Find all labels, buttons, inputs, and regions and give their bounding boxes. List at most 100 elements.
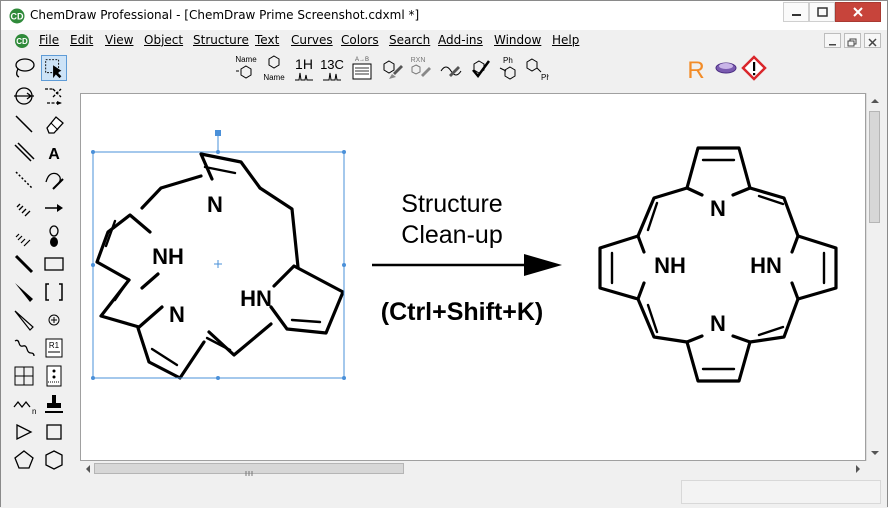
r-group-table-icon[interactable]: R1 <box>41 335 67 361</box>
stamp-tool-icon[interactable] <box>41 391 67 417</box>
double-bond-icon[interactable] <box>11 139 37 165</box>
wedge-bond-icon[interactable] <box>11 279 37 305</box>
menu-file[interactable]: File <box>39 33 59 47</box>
menu-curves[interactable]: Curves <box>291 33 333 47</box>
right-porphyrin[interactable] <box>598 146 838 383</box>
tlc-plate-icon[interactable] <box>41 363 67 389</box>
title-bar: CD ChemDraw Professional - [ChemDraw Pri… <box>1 1 887 30</box>
horizontal-scroll-thumb[interactable] <box>94 463 404 476</box>
h1-nmr-button[interactable]: 1H <box>291 53 317 83</box>
c13-nmr-label: 13C <box>320 57 344 72</box>
clean-reaction-button[interactable]: RXN <box>407 53 433 83</box>
scroll-up-icon[interactable] <box>867 94 883 108</box>
close-button[interactable] <box>835 2 881 22</box>
r-reaxys-button[interactable]: R <box>683 53 709 83</box>
scroll-right-icon[interactable] <box>851 461 865 477</box>
mdi-close-button[interactable] <box>864 33 881 48</box>
signals-icon[interactable] <box>713 53 739 83</box>
cyclopropane-icon[interactable] <box>11 419 37 445</box>
menu-bar: CD File Edit View Object Structure Text … <box>1 30 887 51</box>
menu-structure[interactable]: Structure <box>193 33 249 47</box>
cyclobutane-icon[interactable] <box>41 419 67 445</box>
hazard-icon[interactable] <box>741 53 767 83</box>
hashed-wedge-bond-icon[interactable] <box>11 223 37 249</box>
wavy-bond-icon[interactable] <box>11 335 37 361</box>
rotate-handle[interactable] <box>215 130 221 136</box>
properties-button[interactable]: A→B <box>349 53 375 83</box>
chemdraw-app-icon: CD <box>9 8 25 24</box>
bold-bond-icon[interactable] <box>11 251 37 277</box>
cyclopentane-icon[interactable] <box>11 447 37 473</box>
orbital-tool-icon[interactable] <box>41 223 67 249</box>
drawing-canvas[interactable]: N NH HN N Structure Clean-up (Ctrl+Shift… <box>80 93 866 461</box>
menu-search[interactable]: Search <box>389 33 430 47</box>
cyclohexane-icon[interactable] <box>41 447 67 473</box>
hashed-bond-icon[interactable] <box>11 195 37 221</box>
vertical-scroll-thumb[interactable] <box>869 111 880 223</box>
left-porphyrin[interactable] <box>95 152 345 380</box>
right-n-bottom: N <box>710 311 726 336</box>
structure-to-name-button[interactable]: Name <box>261 53 287 83</box>
status-panel <box>681 480 881 504</box>
left-nh-label: NH <box>152 244 184 269</box>
mdi-minimize-button[interactable] <box>824 33 841 48</box>
analysis-toolbar: Name Name 1H 13C A→B RXN Ph Ph R <box>1 51 887 87</box>
arrow-tool-icon[interactable] <box>41 195 67 221</box>
c13-nmr-button[interactable]: 13C <box>319 53 345 83</box>
scroll-down-icon[interactable] <box>867 446 883 460</box>
text-tool-label: A <box>48 146 60 163</box>
left-n-bottom: N <box>169 302 185 327</box>
h1-nmr-label: 1H <box>295 56 313 72</box>
table-tool-icon[interactable] <box>11 363 37 389</box>
mass-fragmentation-icon[interactable] <box>41 83 67 109</box>
solid-bond-icon[interactable] <box>11 111 37 137</box>
chain-tool-icon[interactable]: n <box>11 391 37 417</box>
mdi-restore-button[interactable] <box>844 33 861 48</box>
right-n-top: N <box>710 196 726 221</box>
clean-structure-button[interactable] <box>379 53 405 83</box>
text-tool-icon[interactable]: A <box>41 139 67 165</box>
left-porphyrin-atoms: N NH HN N <box>152 192 272 327</box>
menu-text[interactable]: Text <box>255 33 279 47</box>
minimize-button[interactable] <box>783 2 809 22</box>
maximize-button[interactable] <box>809 2 835 22</box>
r-logo: R <box>687 57 704 83</box>
right-hn-label: HN <box>750 253 782 278</box>
brackets-tool-icon[interactable] <box>41 279 67 305</box>
marquee-tool-icon[interactable] <box>41 55 67 81</box>
menu-help[interactable]: Help <box>552 33 579 47</box>
horizontal-scrollbar[interactable] <box>80 461 866 477</box>
name-to-structure-button[interactable]: Name <box>233 53 259 83</box>
clean-reaction-label: RXN <box>411 57 426 64</box>
rectangle-tool-icon[interactable] <box>41 251 67 277</box>
vertical-scrollbar[interactable] <box>866 93 882 461</box>
structure-perspective-icon[interactable] <box>11 83 37 109</box>
scroll-left-icon[interactable] <box>81 461 95 477</box>
right-porphyrin-atoms: N NH HN N <box>654 196 782 336</box>
svg-text:CD: CD <box>11 12 24 22</box>
hollow-wedge-bond-icon[interactable] <box>11 307 37 333</box>
contract-label-button[interactable]: Ph <box>523 53 549 83</box>
expand-label-ph: Ph <box>503 56 513 65</box>
clean-biopolymer-button[interactable] <box>437 53 463 83</box>
dashed-bond-icon[interactable] <box>11 167 37 193</box>
caption-clean-up: Clean-up <box>401 221 502 249</box>
check-structure-button[interactable] <box>467 53 493 83</box>
expand-label-button[interactable]: Ph <box>495 53 521 83</box>
name-to-structure-label: Name <box>235 55 257 64</box>
chemical-symbols-icon[interactable] <box>41 307 67 333</box>
pen-tool-icon[interactable] <box>41 167 67 193</box>
document-icon[interactable]: CD <box>14 33 30 49</box>
clean-up-arrow <box>372 254 562 276</box>
menu-object[interactable]: Object <box>144 33 183 47</box>
caption-shortcut: (Ctrl+Shift+K) <box>381 298 544 326</box>
menu-add-ins[interactable]: Add-ins <box>438 33 483 47</box>
canvas-drawing: N NH HN N Structure Clean-up (Ctrl+Shift… <box>91 130 838 383</box>
eraser-icon[interactable] <box>41 111 67 137</box>
menu-window[interactable]: Window <box>494 33 541 47</box>
menu-view[interactable]: View <box>105 33 133 47</box>
menu-edit[interactable]: Edit <box>70 33 93 47</box>
menu-colors[interactable]: Colors <box>341 33 379 47</box>
lasso-tool-icon[interactable] <box>11 55 37 81</box>
status-bar <box>1 478 887 508</box>
